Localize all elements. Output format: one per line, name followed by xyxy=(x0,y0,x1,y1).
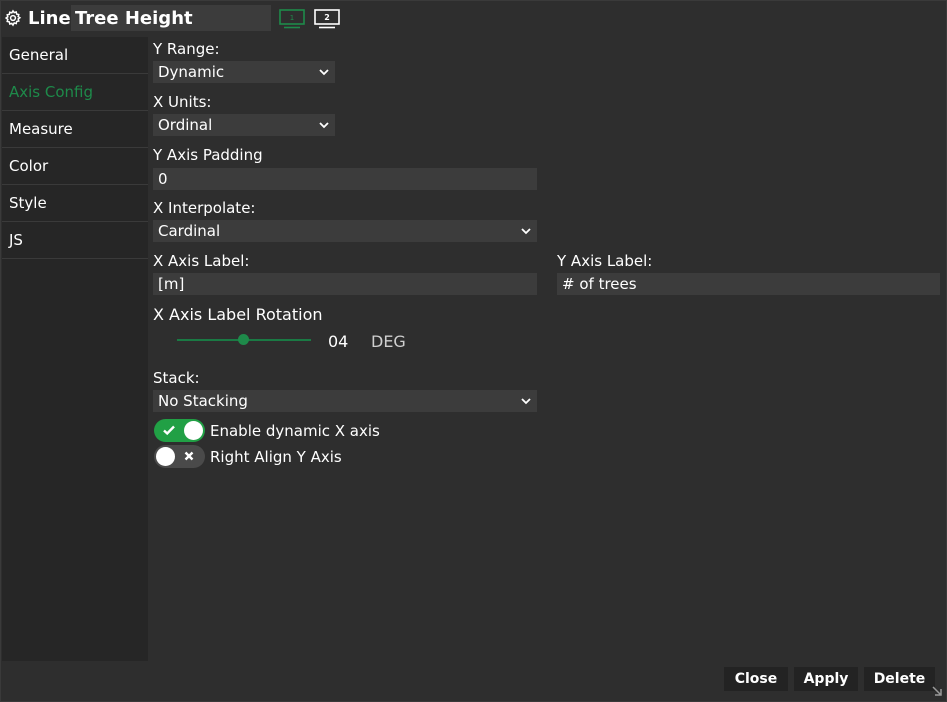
stack-select[interactable]: No Stacking xyxy=(153,390,537,412)
apply-button[interactable]: Apply xyxy=(794,667,858,691)
x-axis-label-rotation-label: X Axis Label Rotation xyxy=(153,305,323,324)
chevron-down-icon xyxy=(521,228,531,235)
chevron-down-icon xyxy=(521,398,531,405)
x-units-label: X Units: xyxy=(153,93,212,111)
sidebar-item-color[interactable]: Color xyxy=(2,148,148,185)
x-axis-label-input[interactable] xyxy=(153,273,537,295)
delete-button[interactable]: Delete xyxy=(864,667,935,691)
chevron-down-icon xyxy=(319,122,329,129)
sidebar-item-style[interactable]: Style xyxy=(2,185,148,222)
right-align-y-axis-label: Right Align Y Axis xyxy=(210,448,342,466)
x-interpolate-label: X Interpolate: xyxy=(153,199,256,217)
sidebar-item-general[interactable]: General xyxy=(2,37,148,74)
screen-1-label: 1 xyxy=(290,14,294,22)
right-align-y-axis-toggle[interactable] xyxy=(154,445,205,468)
title-input[interactable] xyxy=(71,5,271,31)
sidebar: General Axis Config Measure Color Style … xyxy=(2,37,148,661)
x-icon xyxy=(184,451,194,461)
monitor-1-icon[interactable]: 1 xyxy=(279,9,305,29)
resize-handle-icon[interactable] xyxy=(931,685,943,697)
sidebar-item-measure[interactable]: Measure xyxy=(2,111,148,148)
sidebar-item-axis-config[interactable]: Axis Config xyxy=(2,74,148,111)
rotation-value: 04 xyxy=(328,332,349,351)
stack-value: No Stacking xyxy=(158,392,248,410)
stack-label: Stack: xyxy=(153,369,200,387)
toggle-knob xyxy=(184,421,203,440)
x-units-value: Ordinal xyxy=(158,116,213,134)
enable-dynamic-x-axis-label: Enable dynamic X axis xyxy=(210,422,380,440)
y-range-label: Y Range: xyxy=(153,40,220,58)
screen-2-label: 2 xyxy=(324,13,330,22)
sidebar-item-js[interactable]: JS xyxy=(2,222,148,259)
chevron-down-icon xyxy=(319,69,329,76)
enable-dynamic-x-axis-toggle[interactable] xyxy=(154,419,205,442)
y-range-select[interactable]: Dynamic xyxy=(153,61,335,83)
x-interpolate-value: Cardinal xyxy=(158,222,221,240)
panel-dialog: Line 1 2 General Axis Config Measure Col… xyxy=(0,0,947,702)
rotation-slider-handle[interactable] xyxy=(238,334,249,345)
y-axis-label-label: Y Axis Label: xyxy=(557,252,653,270)
x-axis-label-label: X Axis Label: xyxy=(153,252,250,270)
x-interpolate-select[interactable]: Cardinal xyxy=(153,220,537,242)
monitor-2-icon[interactable]: 2 xyxy=(314,9,340,29)
panel-header: Line 1 2 xyxy=(1,1,946,37)
gear-icon[interactable] xyxy=(4,9,22,27)
toggle-knob xyxy=(156,447,175,466)
y-axis-label-input[interactable] xyxy=(557,273,940,295)
check-icon xyxy=(163,425,175,436)
x-units-select[interactable]: Ordinal xyxy=(153,114,335,136)
rotation-unit: DEG xyxy=(371,332,406,351)
chart-type-label: Line xyxy=(28,8,71,29)
y-axis-padding-label: Y Axis Padding xyxy=(153,146,263,164)
y-axis-padding-input[interactable] xyxy=(153,168,537,190)
y-range-value: Dynamic xyxy=(158,63,225,81)
close-button[interactable]: Close xyxy=(724,667,788,691)
